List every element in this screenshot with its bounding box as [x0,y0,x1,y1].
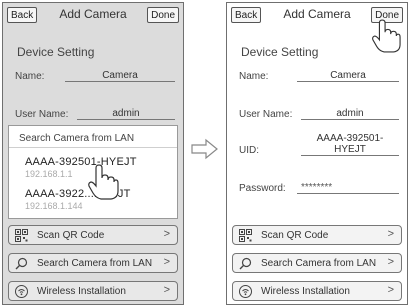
section-title: Device Setting [17,45,95,59]
wireless-installation-button[interactable]: Wireless Installation > [232,281,402,301]
button-label: Scan QR Code [261,230,329,241]
scan-qr-code-button[interactable]: Scan QR Code > [8,225,178,245]
name-row: Name: Camera [239,65,399,85]
lan-search-panel: Search Camera from LAN AAAA-392501-HYEJT… [8,125,178,219]
qr-code-icon [239,229,252,242]
username-field[interactable]: admin [301,108,399,120]
username-field[interactable]: admin [77,108,175,120]
chevron-right-icon: > [163,228,170,240]
chevron-right-icon: > [163,256,170,268]
arrow-right-icon [191,138,218,160]
camera-ip: 192.168.1.144 [25,201,83,211]
camera-list-item[interactable]: AAAA-392501-HYEJT 192.168.1.1 [25,156,137,179]
name-label: Name: [239,71,269,82]
uid-row: UID: AAAA-392501-HYEJT [239,133,399,159]
left-phone-screen: Back Add Camera Done Device Setting Name… [2,2,184,305]
wireless-icon [239,285,252,298]
button-label: Wireless Installation [37,286,126,297]
done-button[interactable]: Done [147,7,179,23]
title-bar: Back Add Camera Done [3,3,183,27]
chevron-right-icon: > [163,284,170,296]
username-row: User Name: admin [15,103,175,123]
wireless-icon [15,285,28,298]
name-field[interactable]: Camera [65,70,175,82]
lan-panel-title: Search Camera from LAN [19,133,135,144]
button-label: Search Camera from LAN [261,258,377,269]
chevron-right-icon: > [387,284,394,296]
uid-field[interactable]: AAAA-392501-HYEJT [301,133,399,156]
camera-ip: 192.168.1.1 [25,169,73,179]
pointing-hand-icon [88,164,119,200]
username-row: User Name: admin [239,103,399,123]
button-label: Search Camera from LAN [37,258,153,269]
chevron-right-icon: > [387,256,394,268]
password-field[interactable]: ******** [297,182,399,194]
wireless-installation-button[interactable]: Wireless Installation > [8,281,178,301]
search-lan-button[interactable]: Search Camera from LAN > [8,253,178,273]
section-title: Device Setting [241,45,319,59]
uid-label: UID: [239,145,259,156]
name-row: Name: Camera [15,65,175,85]
name-field[interactable]: Camera [297,70,399,82]
password-row: Password: ******** [239,177,399,197]
divider [9,147,177,148]
right-phone-screen: Back Add Camera Done Device Setting Name… [226,2,408,305]
search-lan-button[interactable]: Search Camera from LAN > [232,253,402,273]
scan-qr-code-button[interactable]: Scan QR Code > [232,225,402,245]
pointing-hand-icon [372,19,401,53]
magnifier-icon [239,257,252,270]
password-label: Password: [239,183,286,194]
chevron-right-icon: > [387,228,394,240]
username-label: User Name: [15,109,69,120]
camera-name: AAAA-392501-HYEJT [25,156,137,168]
button-label: Wireless Installation [261,286,350,297]
username-label: User Name: [239,109,293,120]
button-label: Scan QR Code [37,230,105,241]
magnifier-icon [15,257,28,270]
qr-code-icon [15,229,28,242]
name-label: Name: [15,71,45,82]
